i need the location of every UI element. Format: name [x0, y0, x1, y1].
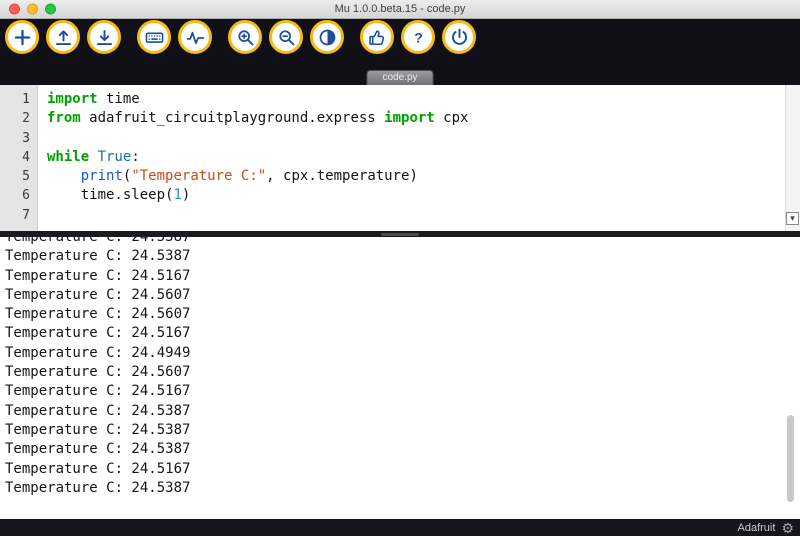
line-number: 3	[0, 129, 30, 148]
close-button[interactable]	[9, 4, 20, 15]
quit-button[interactable]	[442, 20, 476, 54]
serial-line: Temperature C: 24.5167	[5, 382, 800, 401]
help-button[interactable]: ?	[401, 20, 435, 54]
help-icon: ?	[408, 27, 429, 48]
serial-line: Temperature C: 24.5167	[5, 267, 800, 286]
code-line: import time	[47, 90, 800, 109]
serial-line: Temperature C: 24.5607	[5, 305, 800, 324]
serial-icon	[144, 27, 165, 48]
zoom-out-icon	[276, 27, 297, 48]
titlebar: Mu 1.0.0.beta.15 - code.py	[0, 0, 800, 19]
maximize-button[interactable]	[45, 4, 56, 15]
splitter-handle[interactable]	[381, 233, 419, 236]
mu-window: Mu 1.0.0.beta.15 - code.py ? code.py 123…	[0, 0, 800, 536]
toolbar: ? code.py	[0, 19, 800, 85]
check-icon	[367, 27, 388, 48]
new-icon	[12, 27, 33, 48]
line-number: 7	[0, 206, 30, 225]
serial-button[interactable]	[137, 20, 171, 54]
mode-label: Adafruit	[738, 522, 776, 534]
code-line	[47, 129, 800, 148]
line-number: 2	[0, 109, 30, 128]
theme-button[interactable]	[310, 20, 344, 54]
serial-line: Temperature C: 24.4949	[5, 344, 800, 363]
editor-code[interactable]: import timefrom adafruit_circuitplaygrou…	[38, 85, 800, 231]
new-button[interactable]	[5, 20, 39, 54]
serial-console[interactable]: Temperature C: 24.5387Temperature C: 24.…	[0, 237, 800, 519]
plotter-icon	[185, 27, 206, 48]
editor-gutter: 1234567	[0, 85, 38, 231]
code-line	[47, 206, 800, 225]
toolbar-buttons: ?	[0, 19, 800, 54]
serial-line: Temperature C: 24.5387	[5, 247, 800, 266]
line-number: 5	[0, 167, 30, 186]
serial-line: Temperature C: 24.5607	[5, 286, 800, 305]
code-line: print("Temperature C:", cpx.temperature)	[47, 167, 800, 186]
serial-line: Temperature C: 24.5607	[5, 363, 800, 382]
serial-output: Temperature C: 24.5387Temperature C: 24.…	[0, 237, 800, 498]
theme-icon	[317, 27, 338, 48]
serial-line: Temperature C: 24.5167	[5, 460, 800, 479]
save-button[interactable]	[87, 20, 121, 54]
serial-line: Temperature C: 24.5387	[5, 402, 800, 421]
window-title: Mu 1.0.0.beta.15 - code.py	[335, 3, 466, 15]
save-icon	[94, 27, 115, 48]
zoom-in-button[interactable]	[228, 20, 262, 54]
scroll-down-button[interactable]: ▾	[786, 212, 799, 225]
load-icon	[53, 27, 74, 48]
load-button[interactable]	[46, 20, 80, 54]
status-bar: Adafruit ⚙	[0, 519, 800, 536]
minimize-button[interactable]	[27, 4, 38, 15]
zoom-in-icon	[235, 27, 256, 48]
serial-line: Temperature C: 24.5387	[5, 479, 800, 498]
svg-text:?: ?	[414, 29, 423, 45]
code-line: from adafruit_circuitplayground.express …	[47, 109, 800, 128]
line-number: 1	[0, 90, 30, 109]
line-number: 4	[0, 148, 30, 167]
check-button[interactable]	[360, 20, 394, 54]
code-line: while True:	[47, 148, 800, 167]
quit-icon	[449, 27, 470, 48]
code-line: time.sleep(1)	[47, 186, 800, 205]
code-editor[interactable]: 1234567 import timefrom adafruit_circuit…	[0, 85, 800, 231]
zoom-out-button[interactable]	[269, 20, 303, 54]
serial-line: Temperature C: 24.5387	[5, 440, 800, 459]
line-number: 6	[0, 186, 30, 205]
traffic-lights	[9, 4, 56, 15]
plotter-button[interactable]	[178, 20, 212, 54]
serial-line: Temperature C: 24.5387	[5, 237, 800, 247]
serial-line: Temperature C: 24.5387	[5, 421, 800, 440]
editor-scrollbar[interactable]: ▾	[785, 85, 800, 231]
serial-line: Temperature C: 24.5167	[5, 324, 800, 343]
tab-code-py[interactable]: code.py	[366, 70, 433, 85]
gear-icon[interactable]: ⚙	[781, 521, 794, 535]
serial-scrollbar-thumb[interactable]	[787, 415, 794, 502]
